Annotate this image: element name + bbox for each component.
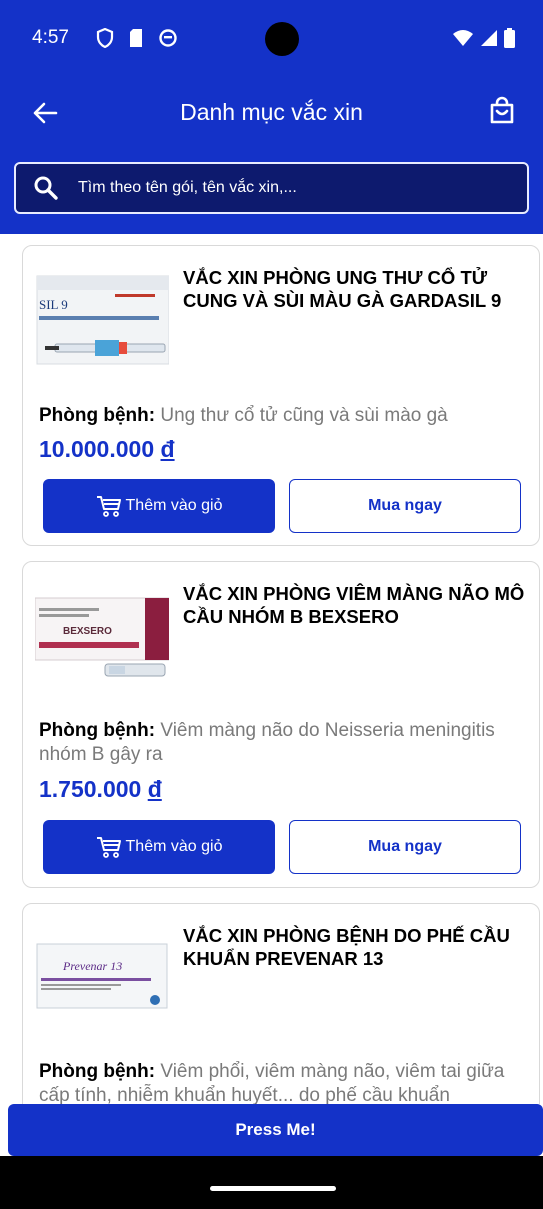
product-image-prevenar: Prevenar 13 (35, 922, 169, 1034)
shield-icon (96, 28, 114, 48)
buy-now-label: Mua ngay (368, 497, 442, 514)
add-to-cart-label: Thêm vào giỏ (125, 838, 223, 855)
product-disease: Phòng bệnh: Viêm màng não do Neisseria m… (39, 719, 529, 767)
product-image-label: BEXSERO (63, 626, 112, 637)
product-price: 10.000.000 đ (39, 436, 175, 463)
product-price: 1.750.000 đ (39, 776, 162, 803)
status-notification-icons (96, 28, 178, 48)
app-screen: 4:57 Danh mục vắc xin Tìm theo tên gói, … (0, 0, 543, 1209)
press-me-button[interactable]: Press Me! (8, 1104, 543, 1156)
shopping-bag-icon[interactable] (487, 96, 517, 126)
product-image-gardasil: SIL 9 (35, 264, 169, 376)
page-title: Danh mục vắc xin (180, 99, 363, 125)
battery-icon (504, 28, 515, 48)
buy-now-button[interactable]: Mua ngay (289, 479, 521, 533)
product-name[interactable]: VẮC XIN PHÒNG VIÊM MÀNG NÃO MÔ CẦU NHÓM … (183, 582, 528, 628)
top-bar: 4:57 Danh mục vắc xin Tìm theo tên gói, … (0, 0, 543, 234)
cart-icon (96, 496, 121, 517)
add-to-cart-button[interactable]: Thêm vào giỏ (43, 820, 275, 874)
disease-label: Phòng bệnh: (39, 405, 156, 426)
search-field[interactable]: Tìm theo tên gói, tên vắc xin,... (14, 162, 529, 214)
sd-card-icon (130, 29, 142, 47)
product-image-label: Prevenar 13 (62, 959, 122, 973)
sync-circle-icon (159, 29, 177, 47)
currency-symbol: đ (147, 776, 162, 802)
product-disease: Phòng bệnh: Viêm phổi, viêm màng não, vi… (39, 1060, 529, 1104)
product-image-label: SIL 9 (39, 297, 68, 312)
home-gesture-handle[interactable] (210, 1186, 336, 1191)
disease-label: Phòng bệnh: (39, 1061, 156, 1082)
add-to-cart-label: Thêm vào giỏ (125, 497, 223, 514)
product-name[interactable]: VẮC XIN PHÒNG UNG THƯ CỔ TỬ CUNG VÀ SÙI … (183, 266, 528, 312)
price-value: 1.750.000 (39, 776, 142, 802)
system-nav-bar (0, 1156, 543, 1209)
app-bar: Danh mục vắc xin (0, 82, 543, 154)
product-disease: Phòng bệnh: Ung thư cổ tử cũng và sùi mà… (39, 404, 529, 428)
product-list[interactable]: SIL 9 VẮC XIN PHÒNG UNG THƯ CỔ TỬ CUNG V… (0, 234, 543, 1104)
search-icon (34, 176, 58, 200)
product-card[interactable]: Prevenar 13 VẮC XIN PHÒNG BỆNH DO PHẾ CẦ… (22, 903, 540, 1104)
wifi-icon (453, 30, 473, 46)
product-card[interactable]: BEXSERO VẮC XIN PHÒNG VIÊM MÀNG NÃO MÔ C… (22, 561, 540, 888)
product-name[interactable]: VẮC XIN PHÒNG BỆNH DO PHẾ CẦU KHUẨN PREV… (183, 924, 528, 970)
product-card[interactable]: SIL 9 VẮC XIN PHÒNG UNG THƯ CỔ TỬ CUNG V… (22, 245, 540, 546)
add-to-cart-button[interactable]: Thêm vào giỏ (43, 479, 275, 533)
status-system-icons (452, 28, 515, 48)
signal-icon (481, 30, 497, 46)
buy-now-label: Mua ngay (368, 838, 442, 855)
status-bar: 4:57 (0, 0, 543, 82)
disease-label: Phòng bệnh: (39, 720, 156, 741)
press-me-label: Press Me! (235, 1120, 316, 1139)
cart-icon (96, 837, 121, 858)
search-placeholder: Tìm theo tên gói, tên vắc xin,... (78, 179, 297, 196)
currency-symbol: đ (160, 436, 175, 462)
buy-now-button[interactable]: Mua ngay (289, 820, 521, 874)
product-image-bexsero: BEXSERO (35, 580, 169, 692)
disease-text: Ung thư cổ tử cũng và sùi mào gà (160, 405, 448, 426)
front-camera (265, 22, 299, 56)
price-value: 10.000.000 (39, 436, 155, 462)
status-time: 4:57 (32, 27, 69, 48)
